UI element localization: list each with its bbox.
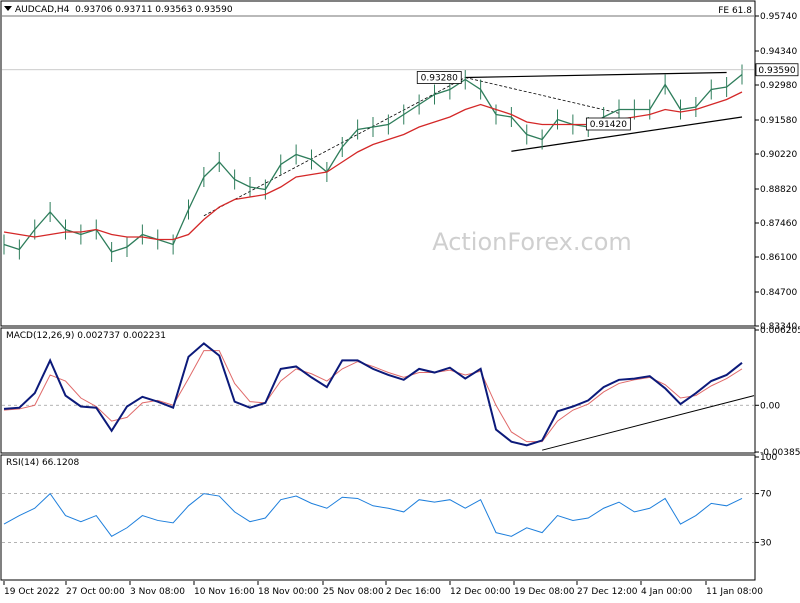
rsi-y-tick-label: 30 bbox=[760, 538, 772, 548]
x-tick-label: 19 Oct 2022 bbox=[4, 587, 60, 597]
current-price-label: 0.93590 bbox=[758, 66, 795, 76]
high-label-text: 0.93280 bbox=[421, 74, 458, 84]
price-y-tick-label: 0.92980 bbox=[760, 81, 797, 91]
price-panel-frame bbox=[0, 0, 756, 327]
dropdown-arrow-icon[interactable] bbox=[4, 6, 12, 11]
chart-root: ActionForex.com FE 61.8 0.93280 0.91420 0.… bbox=[0, 0, 800, 600]
x-tick-label: 27 Oct 00:00 bbox=[66, 587, 125, 597]
price-y-tick-label: 0.87460 bbox=[760, 219, 797, 229]
x-tick-label: 2 Dec 16:00 bbox=[386, 587, 441, 597]
x-tick-label: 27 Dec 12:00 bbox=[577, 587, 638, 597]
x-tick-label: 18 Nov 00:00 bbox=[258, 587, 319, 597]
x-tick-label: 10 Nov 16:00 bbox=[194, 587, 255, 597]
x-tick-label: 25 Nov 08:00 bbox=[323, 587, 384, 597]
rsi-y-tick-label: 70 bbox=[760, 490, 772, 500]
ohlc-values: 0.93706 0.93711 0.93563 0.93590 bbox=[75, 5, 233, 15]
macd-panel-frame bbox=[0, 327, 756, 454]
price-y-tick-label: 0.84700 bbox=[760, 288, 797, 298]
rsi-header: RSI(14) 66.1208 bbox=[6, 458, 80, 468]
watermark: ActionForex.com bbox=[432, 228, 632, 256]
price-y-tick-label: 0.95740 bbox=[760, 12, 797, 22]
rsi-y-tick-label: 100 bbox=[760, 453, 777, 463]
rsi-panel-frame bbox=[0, 454, 756, 581]
x-tick-label: 4 Jan 00:00 bbox=[641, 587, 693, 597]
x-tick-label: 19 Dec 08:00 bbox=[514, 587, 575, 597]
price-header: AUDCAD,H4 0.93706 0.93711 0.93563 0.9359… bbox=[4, 5, 233, 15]
symbol-label: AUDCAD,H4 bbox=[15, 5, 70, 15]
price-y-tick-label: 0.91580 bbox=[760, 116, 797, 126]
low-label-text: 0.91420 bbox=[590, 120, 627, 130]
price-y-tick-label: 0.86100 bbox=[760, 253, 797, 263]
x-tick-label: 12 Dec 00:00 bbox=[450, 587, 511, 597]
x-tick-label: 11 Jan 08:00 bbox=[706, 587, 763, 597]
x-tick-label: 3 Nov 08:00 bbox=[130, 587, 185, 597]
price-y-tick-label: 0.90220 bbox=[760, 150, 797, 160]
price-y-tick-label: 0.94340 bbox=[760, 47, 797, 57]
chart-svg: ActionForex.com FE 61.8 0.93280 0.91420 0.… bbox=[0, 0, 800, 597]
fe-level-label: FE 61.8 bbox=[718, 6, 752, 16]
macd-y-tick-label: 0.00 bbox=[760, 401, 780, 411]
macd-y-tick-label: 0.006205 bbox=[760, 326, 800, 336]
macd-header: MACD(12,26,9) 0.002737 0.002231 bbox=[6, 331, 166, 341]
price-y-tick-label: 0.88820 bbox=[760, 185, 797, 195]
